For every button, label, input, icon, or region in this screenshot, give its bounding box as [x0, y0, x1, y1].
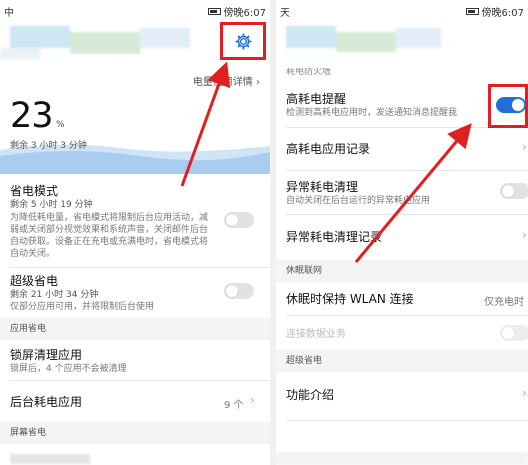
- status-time: 傍晚6:07: [481, 8, 524, 19]
- high-power-alert-toggle[interactable]: [496, 97, 526, 113]
- remaining-time: 剩余 3 小时 3 分钟: [10, 141, 87, 151]
- super-saving-toggle[interactable]: [224, 283, 254, 299]
- section-app-saving: 应用省电: [0, 318, 270, 340]
- feature-intro-title: 功能介绍: [286, 388, 335, 402]
- abnormal-clean-item[interactable]: 异常耗电清理 自动关闭在后台运行的异常耗电应用: [286, 178, 520, 207]
- high-power-record-item[interactable]: 高耗电应用记录: [286, 140, 520, 157]
- power-saving-toggle[interactable]: [224, 212, 254, 228]
- settings-highlight-box: [220, 22, 266, 60]
- gear-icon[interactable]: [235, 33, 252, 50]
- chevron-right-icon: ›: [522, 386, 527, 400]
- battery-settings-screen: 中 傍晚6:07 电量使用详情 › 23 % 剩余 3 小时 3 分钟 省电模式…: [0, 0, 270, 465]
- blurred-header: [0, 14, 200, 64]
- status-right: 傍晚6:07: [207, 4, 266, 19]
- divider: [286, 420, 528, 421]
- super-saving-desc: 仅部分应用可用，并将限制后台使用: [10, 302, 155, 312]
- lock-clean-desc: 锁屏后，4 个应用不会被清理: [10, 364, 127, 374]
- status-right: 傍晚6:07: [465, 4, 524, 19]
- abnormal-record-item[interactable]: 异常耗电清理记录: [286, 228, 520, 245]
- battery-icon: [465, 8, 479, 15]
- abnormal-clean-title: 异常耗电清理: [286, 180, 359, 194]
- abnormal-clean-desc: 自动关闭在后台运行的异常耗电应用: [286, 196, 431, 206]
- blurred-footer: [276, 440, 528, 465]
- chevron-right-icon: ›: [256, 77, 260, 88]
- section-screen-saving: 屏幕省电: [0, 422, 270, 444]
- status-time: 傍晚6:07: [223, 8, 266, 19]
- section-sleep-network: 休眠联网: [276, 260, 528, 282]
- divider: [10, 267, 270, 268]
- chevron-right-icon: ›: [522, 228, 527, 242]
- power-saving-desc: 为降低耗电量，省电模式将限制后台应用活动，减弱或关闭部分视觉效果和系统声音，关闭…: [10, 213, 209, 259]
- high-power-alert-title: 高耗电提醒: [286, 92, 347, 106]
- sleep-wlan-value: 仅充电时: [484, 297, 524, 308]
- divider: [286, 315, 528, 316]
- divider: [286, 170, 528, 171]
- blurred-footer: [0, 446, 270, 465]
- bg-power-count: 9 个: [224, 400, 244, 411]
- divider: [10, 380, 270, 381]
- sleep-data-item[interactable]: 连接数据业务: [286, 325, 520, 340]
- lock-screen-clean-item[interactable]: 锁屏清理应用 锁屏后，4 个应用不会被清理: [10, 346, 262, 375]
- sleep-data-toggle[interactable]: [500, 325, 528, 341]
- high-power-record-title: 高耗电应用记录: [286, 142, 371, 156]
- abnormal-clean-toggle[interactable]: [500, 183, 528, 199]
- lock-clean-title: 锁屏清理应用: [10, 348, 83, 362]
- high-power-alert-desc: 检测到高耗电应用时，发送通知消息提醒我: [286, 108, 458, 118]
- sleep-data-title: 连接数据业务: [286, 329, 346, 340]
- battery-percent: 23: [10, 96, 54, 136]
- battery-advanced-settings-screen: 天 傍晚6:07 耗电防火墙 高耗电提醒 检测到高耗电应用时，发送通知消息提醒我…: [276, 0, 528, 465]
- blurred-header: [276, 14, 446, 60]
- power-saving-title: 省电模式: [10, 184, 59, 198]
- power-saving-remaining: 剩余 5 小时 19 分钟: [10, 200, 93, 210]
- high-power-alert-item[interactable]: 高耗电提醒 检测到高耗电应用时，发送通知消息提醒我: [286, 90, 520, 119]
- cut-off-section-label: 耗电防火墙: [286, 68, 332, 76]
- divider: [286, 214, 528, 215]
- percent-sign: %: [56, 120, 65, 130]
- battery-icon: [207, 8, 221, 15]
- feature-intro-item[interactable]: 功能介绍: [286, 386, 520, 403]
- chevron-right-icon: ›: [522, 140, 527, 154]
- chevron-right-icon: ›: [250, 393, 255, 407]
- section-super-saving: 超级省电: [276, 350, 528, 372]
- abnormal-record-title: 异常耗电清理记录: [286, 230, 383, 244]
- battery-detail-link[interactable]: 电量使用详情 ›: [193, 73, 260, 88]
